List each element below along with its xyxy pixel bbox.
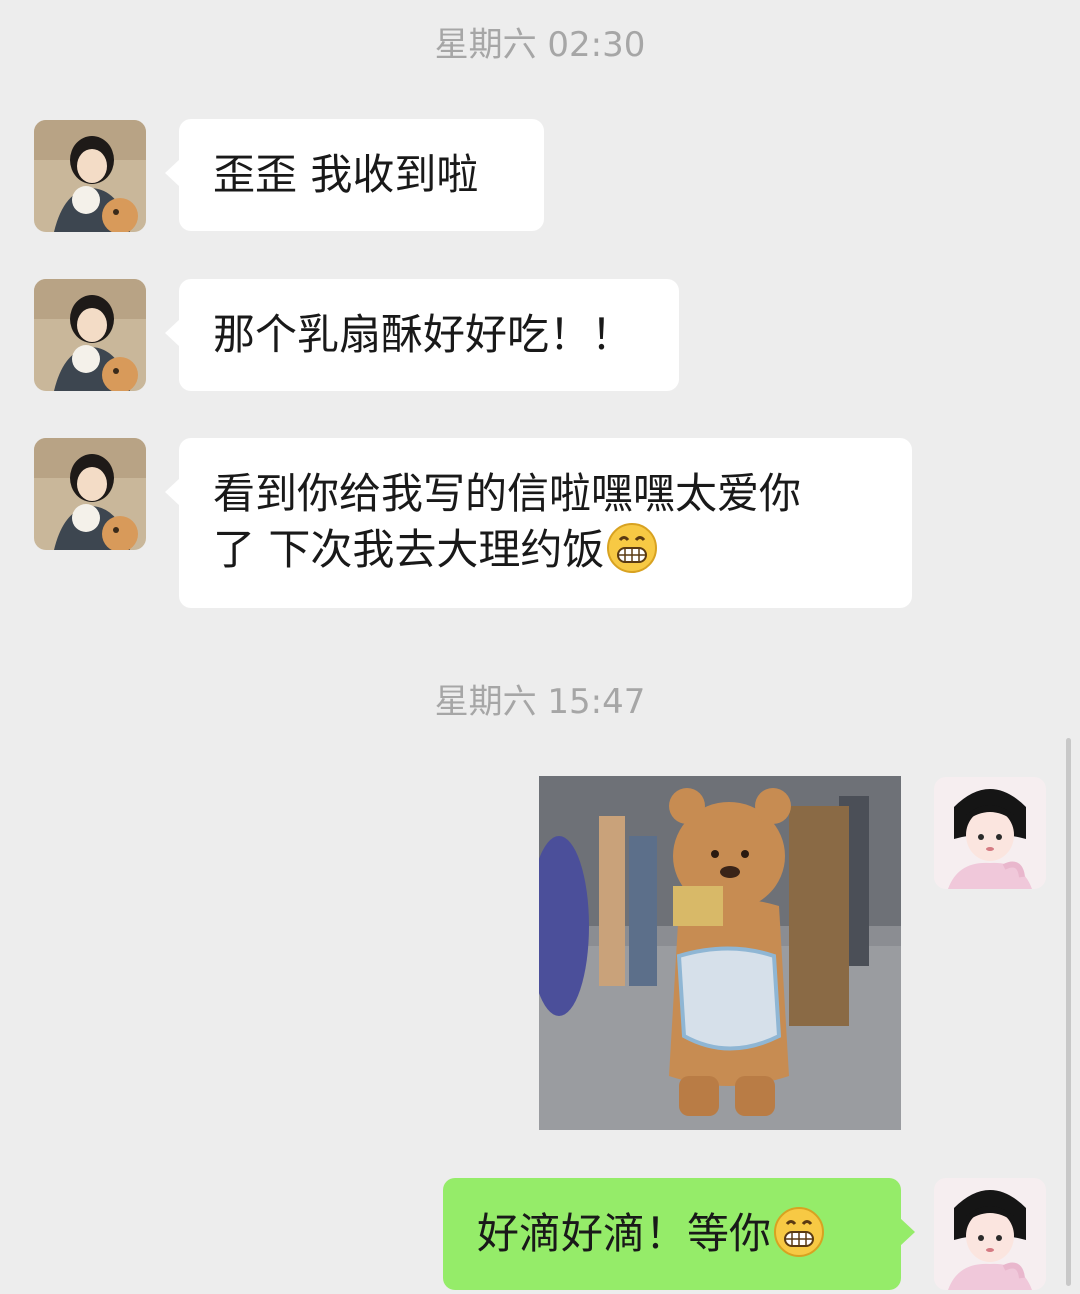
bear-mascot-photo-icon xyxy=(539,776,901,1130)
message-text: 那个乳扇酥好好吃！！ xyxy=(213,310,634,359)
message-bubble[interactable]: 看到你给我写的信啦嘿嘿太爱你 了 下次我去大理约饭 xyxy=(165,438,912,608)
message-text: 好滴好滴！等你 xyxy=(477,1209,772,1258)
timestamp: 星期六 15:47 xyxy=(434,682,646,722)
girl-with-dog-avatar-icon xyxy=(34,120,146,232)
contact-avatar[interactable] xyxy=(34,120,146,232)
timestamp: 星期六 02:30 xyxy=(434,25,646,65)
grinning-face-emoji-icon xyxy=(606,522,658,574)
grinning-face-emoji-icon xyxy=(773,1206,825,1258)
my-avatar[interactable] xyxy=(934,1178,1046,1290)
my-message-bubble[interactable]: 好滴好滴！等你 xyxy=(443,1178,915,1290)
scrollbar[interactable] xyxy=(1066,738,1071,1286)
message-text-line: 了 下次我去大理约饭 xyxy=(213,522,878,578)
contact-avatar[interactable] xyxy=(34,279,146,391)
image-message[interactable] xyxy=(539,776,901,1130)
contact-avatar[interactable] xyxy=(34,438,146,550)
message-bubble[interactable]: 那个乳扇酥好好吃！！ xyxy=(165,279,679,391)
illustrated-girl-avatar-icon xyxy=(934,777,1046,889)
message-bubble[interactable]: 歪歪 我收到啦 xyxy=(165,119,544,231)
message-text: 歪歪 我收到啦 xyxy=(213,150,479,199)
illustrated-girl-avatar-icon xyxy=(934,1178,1046,1290)
girl-with-dog-avatar-icon xyxy=(34,279,146,391)
message-text-line: 看到你给我写的信啦嘿嘿太爱你 xyxy=(213,469,802,518)
girl-with-dog-avatar-icon xyxy=(34,438,146,550)
my-avatar[interactable] xyxy=(934,777,1046,889)
